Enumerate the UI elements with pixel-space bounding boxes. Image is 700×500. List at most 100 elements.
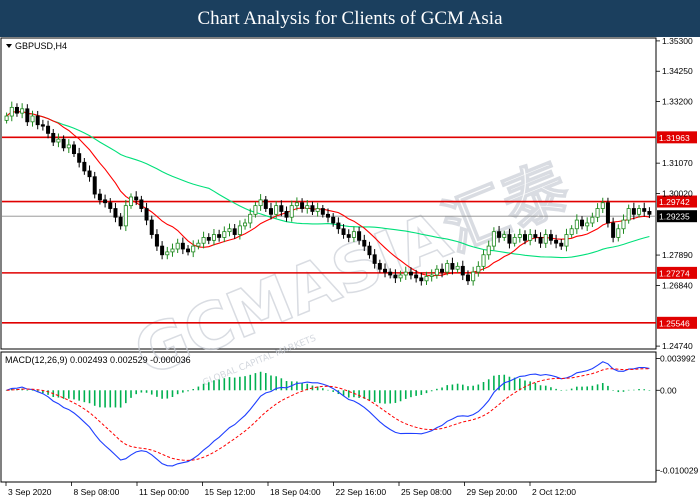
candle-body	[611, 222, 616, 238]
candle-body	[4, 115, 9, 121]
macd-histogram-bar	[379, 390, 381, 404]
candle-body	[227, 228, 232, 233]
macd-histogram-bar	[176, 390, 179, 395]
y-tick-label: 1.24740	[662, 341, 693, 351]
y-tick-label: 1.33200	[662, 97, 693, 107]
candle-body	[87, 170, 92, 178]
macd-histogram-bar	[607, 385, 609, 391]
candle-body	[580, 219, 585, 227]
y-tick-label: 1.26840	[662, 280, 693, 290]
candle-body	[217, 234, 222, 238]
macd-histogram-bar	[119, 390, 122, 408]
candle-body	[414, 274, 419, 279]
macd-histogram-bar	[472, 385, 474, 391]
macd-histogram-bar	[373, 390, 376, 402]
candle-body	[82, 161, 87, 172]
candle-body	[569, 228, 574, 235]
macd-histogram-bar	[436, 388, 438, 391]
macd-histogram-bar	[228, 377, 231, 391]
macd-histogram-bar	[565, 389, 568, 391]
macd-histogram-bar	[622, 390, 625, 392]
macd-y-tick-label: 0.003992	[660, 353, 696, 363]
candle-body	[637, 208, 642, 215]
candle-body	[170, 248, 175, 253]
macd-histogram-bar	[171, 390, 174, 397]
candle-body	[279, 205, 284, 212]
macd-histogram-bar	[223, 378, 226, 391]
macd-histogram-bar	[197, 386, 200, 391]
candle-body	[377, 263, 382, 270]
candle-body	[165, 251, 170, 256]
macd-histogram-bar	[368, 390, 371, 401]
candle-body	[113, 208, 118, 218]
candle-body	[30, 115, 35, 123]
macd-histogram-bar	[145, 390, 148, 393]
macd-histogram-bar	[358, 390, 360, 398]
price-axis: 1.31963 1.29742 1.27274 1.25546 1.29235 1.353…	[656, 37, 697, 351]
macd-histogram-bar	[638, 389, 640, 391]
x-tick-label: 29 Sep 20:00	[467, 487, 518, 497]
y-tick-label: 1.31070	[662, 158, 693, 168]
macd-histogram-bar	[161, 390, 163, 399]
candle-body	[507, 234, 512, 244]
candle-body	[574, 219, 579, 230]
macd-histogram-bar	[26, 390, 29, 391]
candle-body	[56, 138, 61, 143]
macd-histogram-bar	[627, 389, 630, 391]
macd-histogram-bar	[508, 376, 511, 391]
macd-histogram-bar	[332, 390, 334, 392]
x-tick-label: 8 Sep 08:00	[74, 487, 120, 497]
candle-body	[180, 242, 185, 250]
candle-body	[460, 265, 465, 276]
level-price-label: 1.25546	[659, 318, 690, 328]
macd-histogram-bar	[441, 387, 443, 391]
macd-histogram-bar	[68, 390, 70, 399]
macd-histogram-bar	[285, 381, 288, 391]
macd-histogram-bar	[57, 390, 60, 398]
macd-histogram-bar	[93, 390, 96, 406]
macd-histogram-bar	[109, 390, 112, 408]
candle-body	[222, 231, 227, 238]
macd-histogram-bar	[493, 375, 495, 391]
candle-body	[139, 199, 144, 209]
candle-body	[554, 239, 559, 244]
macd-histogram-bar	[239, 376, 241, 391]
candle-body	[97, 193, 102, 201]
macd-histogram-bar	[83, 390, 86, 403]
candle-body	[497, 231, 502, 238]
candle-body	[533, 234, 538, 238]
macd-histogram-bar	[420, 390, 423, 395]
macd-histogram-bar	[140, 390, 143, 393]
macd-histogram-bar	[254, 373, 257, 391]
macd-histogram-bar	[576, 386, 578, 391]
macd-histogram-bar	[477, 384, 480, 391]
macd-histogram-bar	[643, 389, 646, 391]
candle-body	[383, 268, 388, 273]
macd-histogram-bar	[596, 384, 599, 391]
candle-body	[357, 231, 362, 241]
candle-body	[605, 202, 610, 224]
candle-body	[144, 208, 149, 221]
candle-body	[325, 213, 330, 218]
candle-body	[14, 106, 19, 114]
candle-body	[71, 144, 76, 155]
candle-body	[77, 153, 82, 163]
candle-body	[424, 276, 429, 282]
macd-histogram-bar	[617, 390, 620, 393]
macd-histogram-bar	[99, 390, 101, 408]
candle-body	[25, 108, 30, 123]
candle-body	[600, 202, 605, 209]
x-tick-label: 22 Sep 16:00	[336, 487, 387, 497]
macd-histogram-bar	[648, 390, 651, 391]
macd-histogram-bar	[430, 390, 433, 392]
macd-histogram-bar	[539, 385, 542, 391]
candle-body	[440, 268, 445, 273]
macd-histogram-bar	[461, 384, 464, 391]
candle-body	[35, 115, 40, 126]
candle-body	[543, 234, 548, 244]
macd-histogram-bar	[135, 390, 137, 395]
macd-histogram-bar	[560, 390, 563, 391]
candle-body	[237, 225, 242, 235]
macd-histogram-bar	[270, 375, 272, 391]
candle-body	[346, 234, 351, 238]
